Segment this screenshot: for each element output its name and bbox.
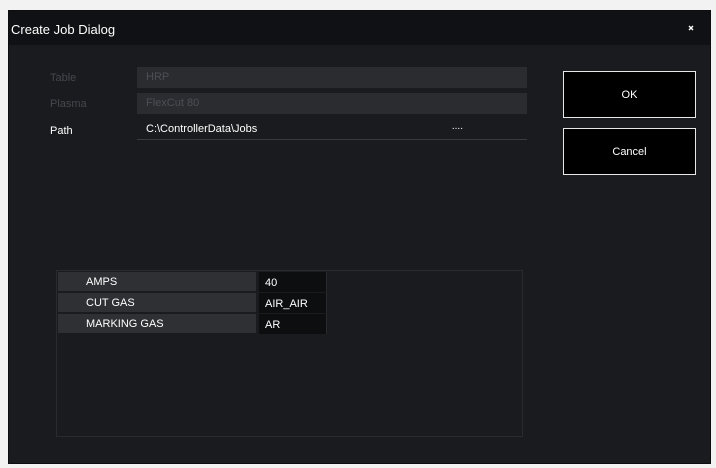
create-job-dialog: Create Job Dialog Table HRP Plasma FlexC…: [8, 10, 711, 464]
cancel-button[interactable]: Cancel: [563, 128, 696, 175]
parameter-value[interactable]: AIR_AIR: [259, 293, 327, 313]
close-icon[interactable]: [686, 23, 696, 33]
plasma-field: FlexCut 80: [137, 93, 527, 114]
parameter-name: AMPS: [58, 272, 256, 292]
parameter-name: MARKING GAS: [58, 314, 256, 334]
browse-button[interactable]: ....: [452, 121, 463, 132]
path-value[interactable]: C:\ControllerData\Jobs: [146, 123, 257, 135]
parameter-value[interactable]: AR: [259, 314, 327, 334]
table-field: HRP: [137, 67, 527, 88]
parameter-name: CUT GAS: [58, 293, 256, 313]
path-field[interactable]: C:\ControllerData\Jobs ....: [137, 119, 527, 140]
parameters-grid: AMPS 40 CUT GAS AIR_AIR MARKING GAS AR: [56, 270, 523, 437]
path-label: Path: [50, 125, 73, 137]
dialog-titlebar: Create Job Dialog: [9, 11, 710, 45]
dialog-title: Create Job Dialog: [11, 22, 116, 37]
ok-button[interactable]: OK: [563, 71, 696, 118]
plasma-label: Plasma: [50, 98, 87, 110]
parameter-value[interactable]: 40: [259, 272, 327, 292]
table-label: Table: [50, 72, 77, 84]
